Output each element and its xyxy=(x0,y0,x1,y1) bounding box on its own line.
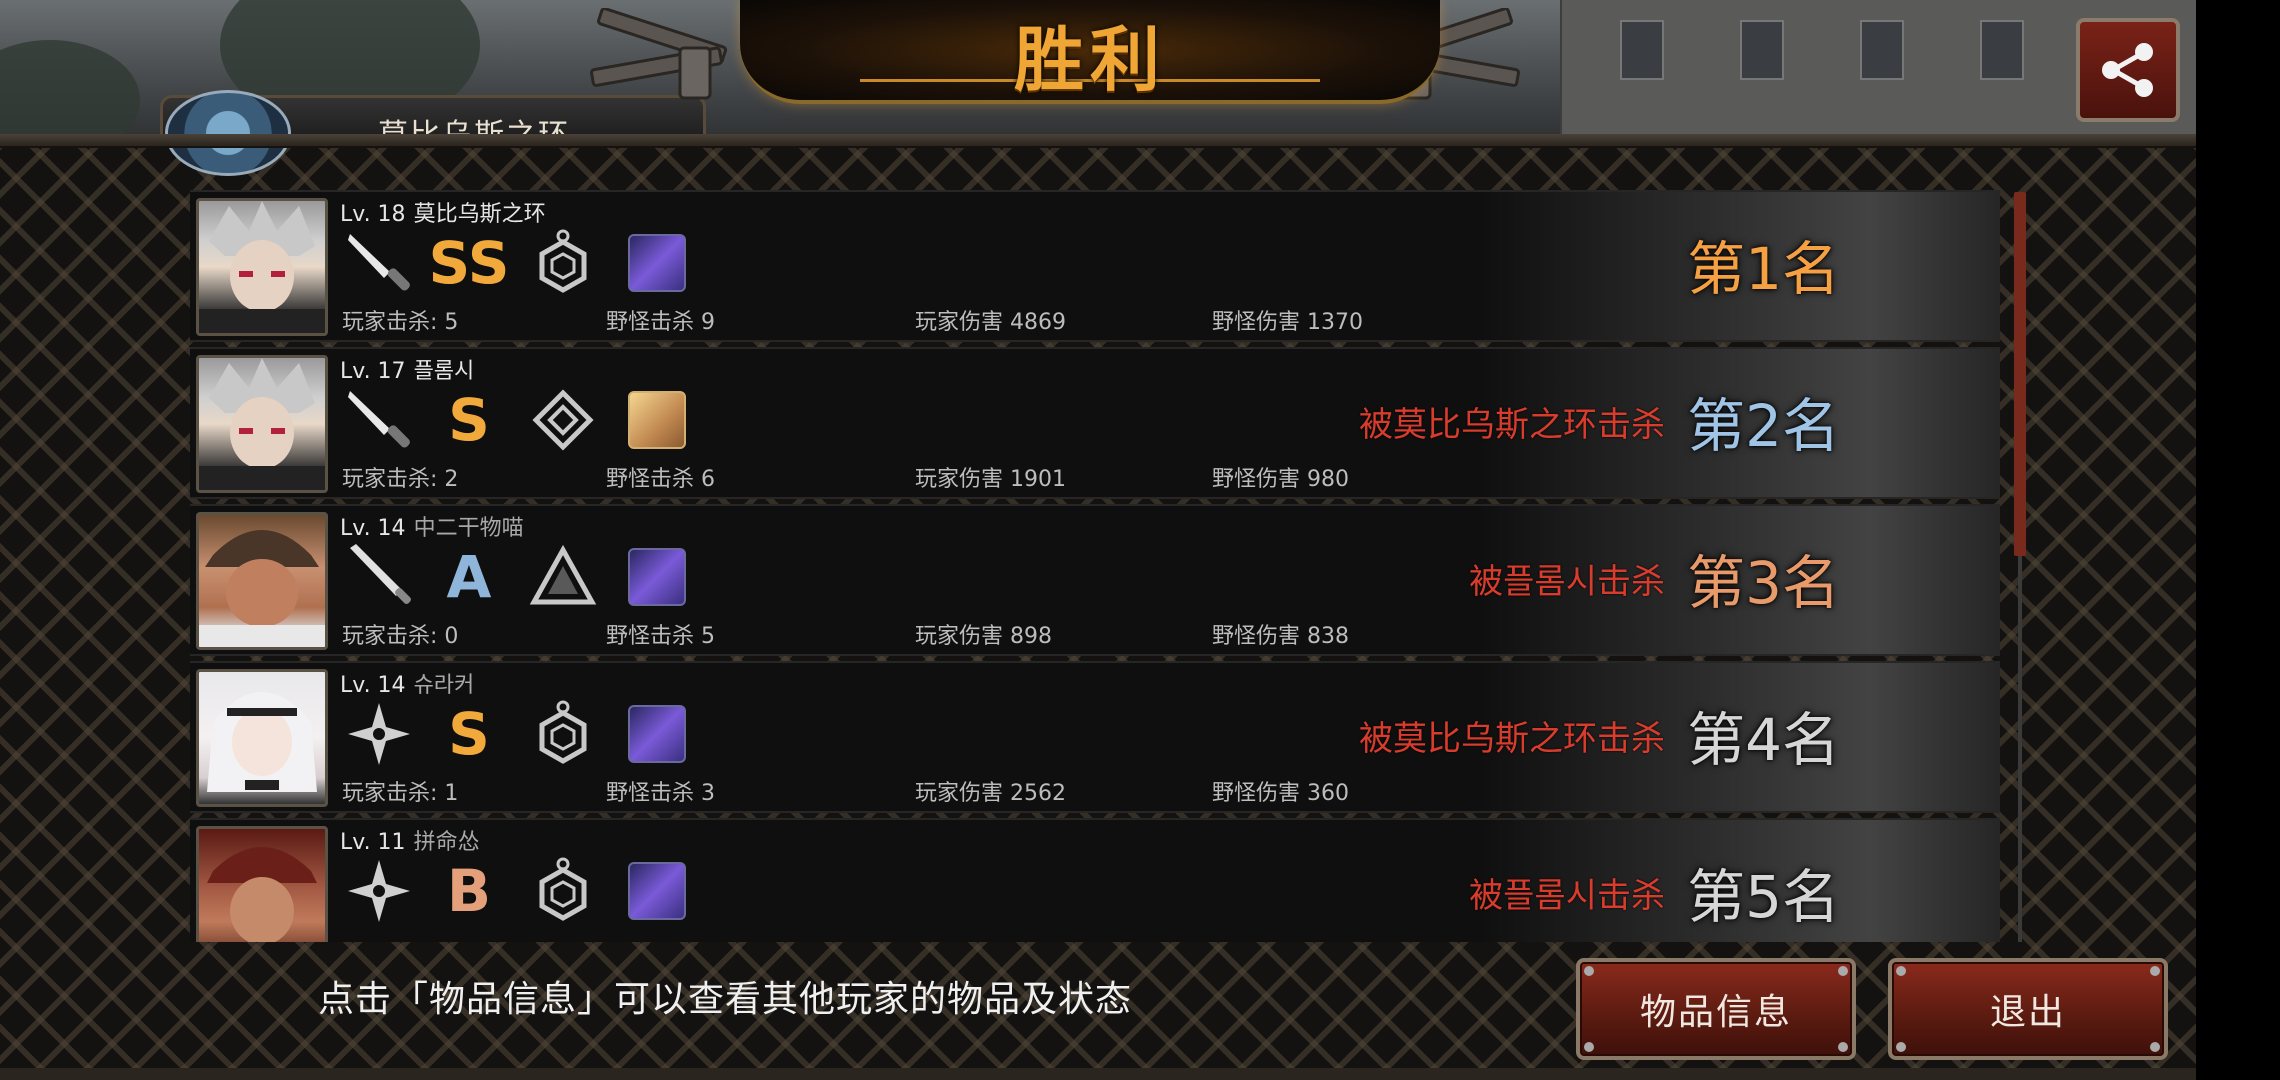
exit-label: 退出 xyxy=(1989,992,2066,1033)
player-row[interactable]: Lv. 11 拼命怂 B 被플롬시击杀 第5名 xyxy=(190,818,2000,942)
title-banner: 胜利 xyxy=(740,0,1440,104)
knife-icon xyxy=(342,226,416,300)
knife-icon xyxy=(342,383,416,457)
triangle-emblem-icon xyxy=(526,540,600,614)
player-name: 플롬시 xyxy=(413,359,475,384)
monster-damage: 野怪伤害 980 xyxy=(1212,467,1349,492)
player-name: 中二干物喵 xyxy=(413,516,524,541)
bat-icon xyxy=(342,540,416,614)
player-name: 拼命怂 xyxy=(413,830,480,855)
share-icon xyxy=(2102,43,2153,97)
header-divider xyxy=(0,134,2196,148)
hexagon-emblem-icon xyxy=(526,854,600,928)
player-damage: 玩家伤害 2562 xyxy=(915,781,1066,806)
avatar[interactable] xyxy=(196,355,328,493)
killed-by-text: 被플롬시击杀 xyxy=(1469,562,1665,602)
rank-label: 第4名 xyxy=(1687,706,1840,774)
player-level: Lv. 14 xyxy=(340,516,406,541)
player-name: 슈라커 xyxy=(413,673,475,698)
monster-damage: 野怪伤害 360 xyxy=(1212,781,1349,806)
killed-by-text: 被플롬시击杀 xyxy=(1469,876,1665,916)
purple-pet-icon xyxy=(620,697,694,771)
monster-kills: 野怪击杀 3 xyxy=(606,781,715,806)
diamond-emblem-icon xyxy=(526,383,600,457)
player-damage: 玩家伤害 4869 xyxy=(915,310,1066,335)
killed-by-text: 被莫比乌斯之环击杀 xyxy=(1359,405,1665,445)
player-level: Lv. 11 xyxy=(340,830,406,855)
player-kills: 玩家击杀: 0 xyxy=(342,624,459,649)
monster-damage: 野怪伤害 838 xyxy=(1212,624,1349,649)
avatar[interactable] xyxy=(196,669,328,807)
victory-title: 胜利 xyxy=(1014,19,1166,101)
player-kills: 玩家击杀: 5 xyxy=(342,310,459,335)
player-damage: 玩家伤害 1901 xyxy=(915,467,1066,492)
monster-kills: 野怪击杀 9 xyxy=(606,310,715,335)
monster-kills: 野怪击杀 6 xyxy=(606,467,715,492)
killed-by-text: 被莫比乌斯之环击杀 xyxy=(1359,719,1665,759)
monster-kills: 野怪击杀 5 xyxy=(606,624,715,649)
rank-label: 第1名 xyxy=(1687,235,1840,303)
monster-damage: 野怪伤害 1370 xyxy=(1212,310,1363,335)
bottom-border xyxy=(0,1068,2196,1080)
player-row[interactable]: Lv. 17 플롬시 S 玩家击杀: 2 野怪击杀 6 玩家伤害 1901 野怪伤… xyxy=(190,347,2000,499)
grade-badge: SS xyxy=(428,229,510,297)
player-level: Lv. 18 xyxy=(340,202,406,227)
rank-label: 第2名 xyxy=(1687,392,1840,460)
player-row[interactable]: Lv. 14 슈라커 S 玩家击杀: 1 野怪击杀 3 玩家伤害 2562 野怪伤… xyxy=(190,661,2000,813)
rank-label: 第5名 xyxy=(1687,863,1840,931)
player-kills: 玩家击杀: 1 xyxy=(342,781,459,806)
gold-pet-icon xyxy=(620,383,694,457)
hexagon-emblem-icon xyxy=(526,697,600,771)
clan-emblem-icon xyxy=(165,90,291,176)
avatar[interactable] xyxy=(196,826,328,942)
grade-badge: A xyxy=(446,543,492,611)
purple-pet-icon xyxy=(620,540,694,614)
hexagon-emblem-icon xyxy=(526,226,600,300)
results-list[interactable]: Lv. 18 莫比乌斯之环 SS 玩家击杀: 5 野怪击杀 9 玩家伤害 4869… xyxy=(190,190,2020,942)
rank-label: 第3名 xyxy=(1687,549,1840,617)
exit-button[interactable]: 退出 xyxy=(1888,958,2168,1060)
shuriken-icon xyxy=(342,854,416,928)
game-screen: 莫比乌斯之环 胜利 Lv. 18 莫比乌斯之环 SS 玩家击杀: 5 野怪击杀 … xyxy=(0,0,2196,1080)
scrollbar-thumb[interactable] xyxy=(2014,192,2026,556)
grade-badge: S xyxy=(448,386,490,454)
shuriken-icon xyxy=(342,697,416,771)
player-name: 莫比乌斯之环 xyxy=(413,202,546,227)
player-row[interactable]: Lv. 18 莫比乌斯之环 SS 玩家击杀: 5 野怪击杀 9 玩家伤害 4869… xyxy=(190,190,2000,342)
crossed-guns-left-icon xyxy=(590,8,728,100)
player-row[interactable]: Lv. 14 中二干物喵 A 玩家击杀: 0 野怪击杀 5 玩家伤害 898 野怪… xyxy=(190,504,2000,656)
share-button[interactable] xyxy=(2076,18,2180,122)
hint-text: 点击「物品信息」可以查看其他玩家的物品及状态 xyxy=(318,979,1133,1020)
item-info-button[interactable]: 物品信息 xyxy=(1576,958,1856,1060)
avatar[interactable] xyxy=(196,198,328,336)
purple-pet-icon xyxy=(620,854,694,928)
grade-badge: S xyxy=(448,700,490,768)
player-level: Lv. 14 xyxy=(340,673,406,698)
avatar[interactable] xyxy=(196,512,328,650)
player-level: Lv. 17 xyxy=(340,359,406,384)
item-info-label: 物品信息 xyxy=(1639,992,1792,1033)
player-kills: 玩家击杀: 2 xyxy=(342,467,459,492)
footer: 点击「物品信息」可以查看其他玩家的物品及状态 物品信息 退出 xyxy=(0,942,2196,1080)
grade-badge: B xyxy=(446,857,492,925)
player-damage: 玩家伤害 898 xyxy=(915,624,1052,649)
purple-pet-icon xyxy=(620,226,694,300)
